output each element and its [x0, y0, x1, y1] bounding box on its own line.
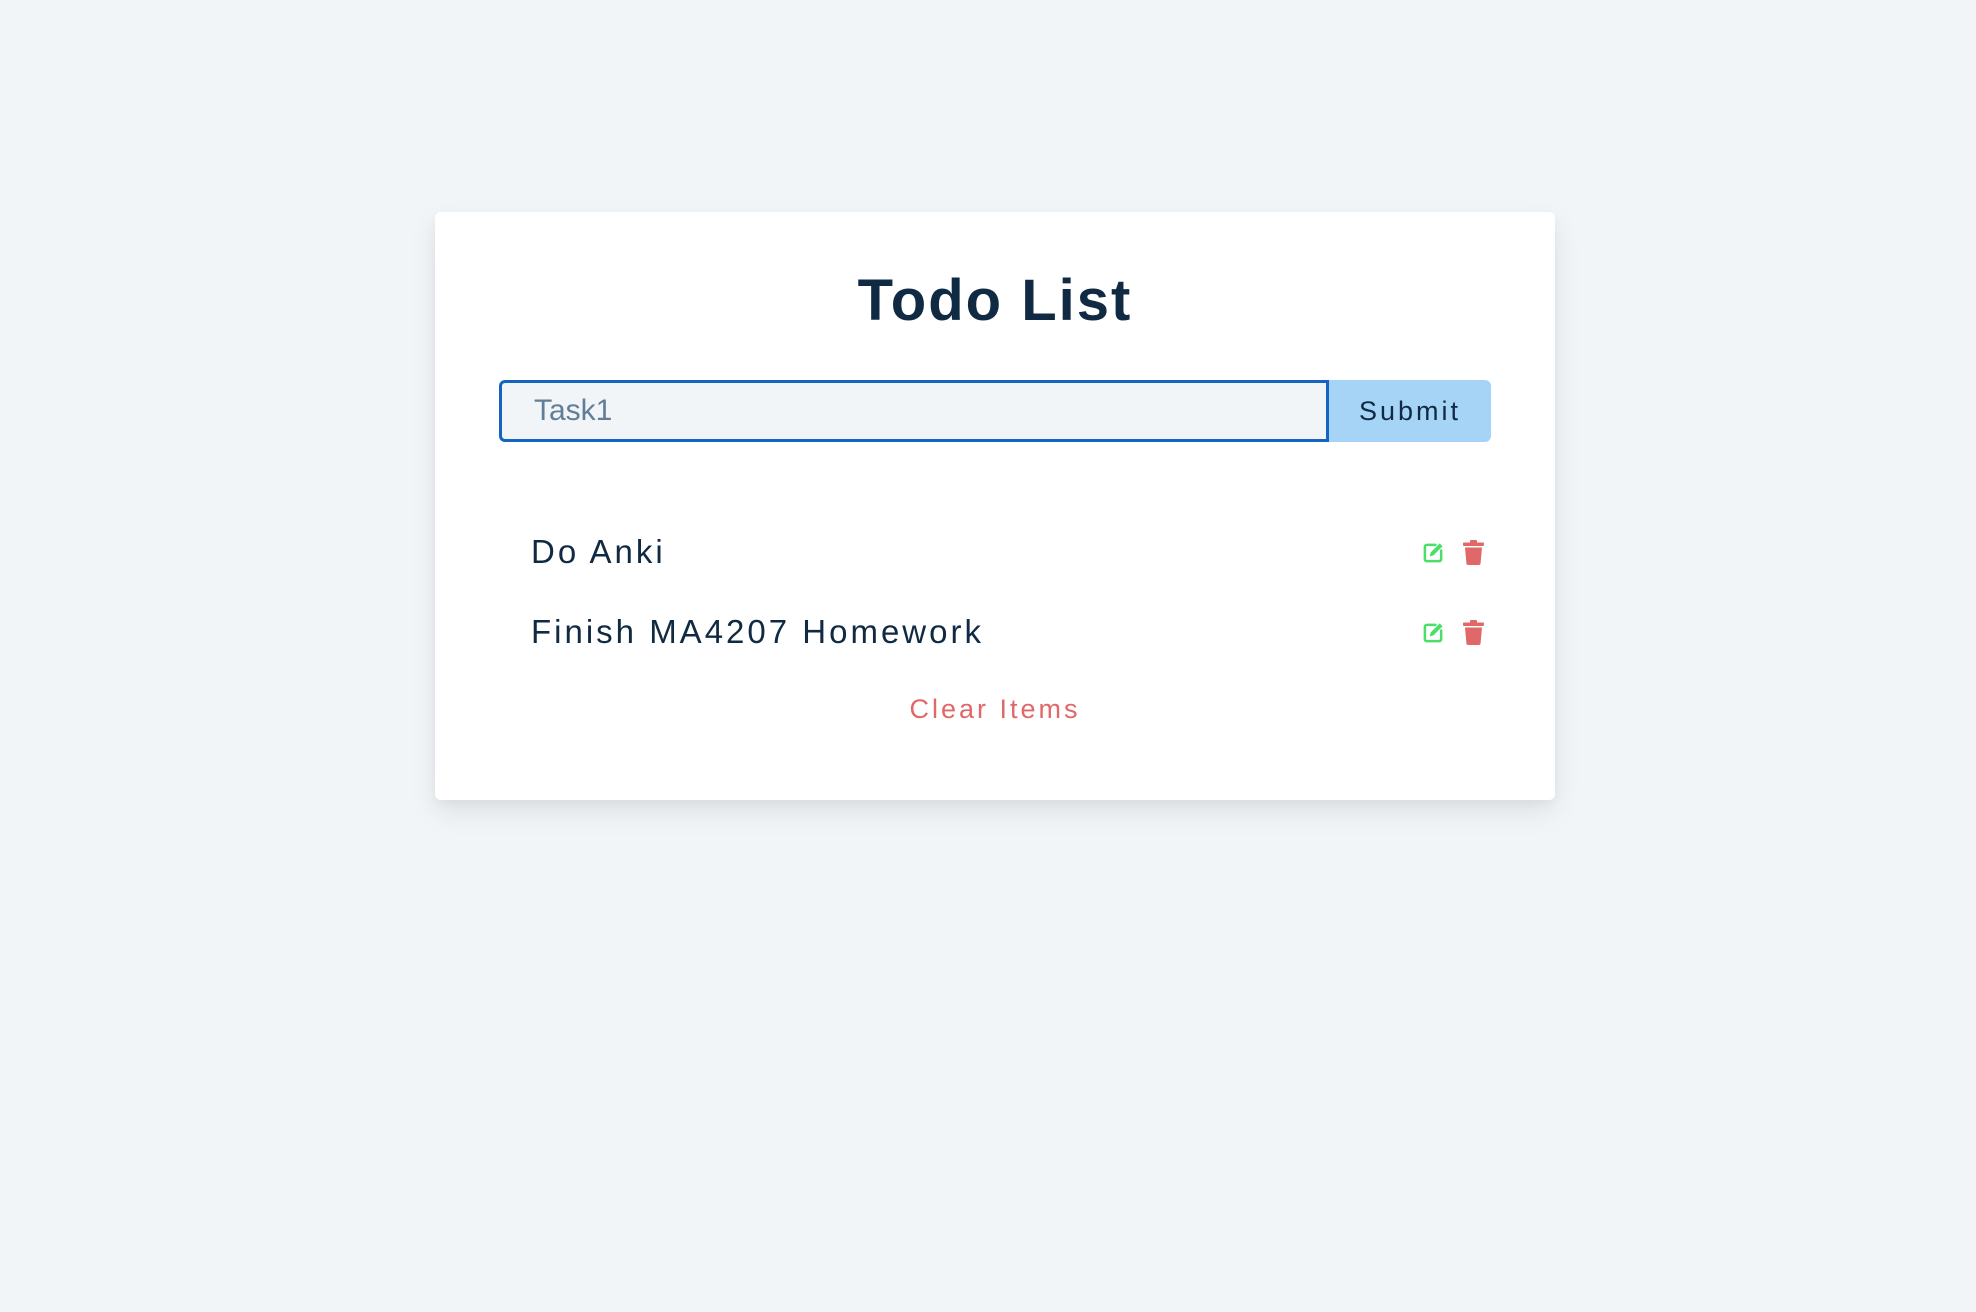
- edit-button[interactable]: [1421, 539, 1445, 565]
- task-input[interactable]: [499, 380, 1329, 442]
- list-item-actions: [1421, 619, 1491, 645]
- edit-icon: [1423, 622, 1443, 642]
- submit-button[interactable]: Submit: [1329, 380, 1491, 442]
- add-task-form: Submit: [499, 380, 1491, 442]
- trash-icon: [1462, 539, 1484, 565]
- list-item-label: Do Anki: [531, 533, 666, 570]
- list-item-actions: [1421, 539, 1491, 565]
- todo-list: Do Anki Finish MA4207 Homework: [531, 512, 1491, 672]
- delete-button[interactable]: [1461, 619, 1485, 645]
- delete-button[interactable]: [1461, 539, 1485, 565]
- list-item: Do Anki: [531, 512, 1491, 592]
- trash-icon: [1462, 619, 1484, 645]
- list-item-label: Finish MA4207 Homework: [531, 613, 984, 650]
- todo-card: Todo List Submit Do Anki: [435, 212, 1555, 800]
- edit-icon: [1423, 542, 1443, 562]
- edit-button[interactable]: [1421, 619, 1445, 645]
- clear-items-button[interactable]: Clear Items: [435, 694, 1555, 725]
- list-item: Finish MA4207 Homework: [531, 592, 1491, 672]
- page-title: Todo List: [857, 268, 1133, 333]
